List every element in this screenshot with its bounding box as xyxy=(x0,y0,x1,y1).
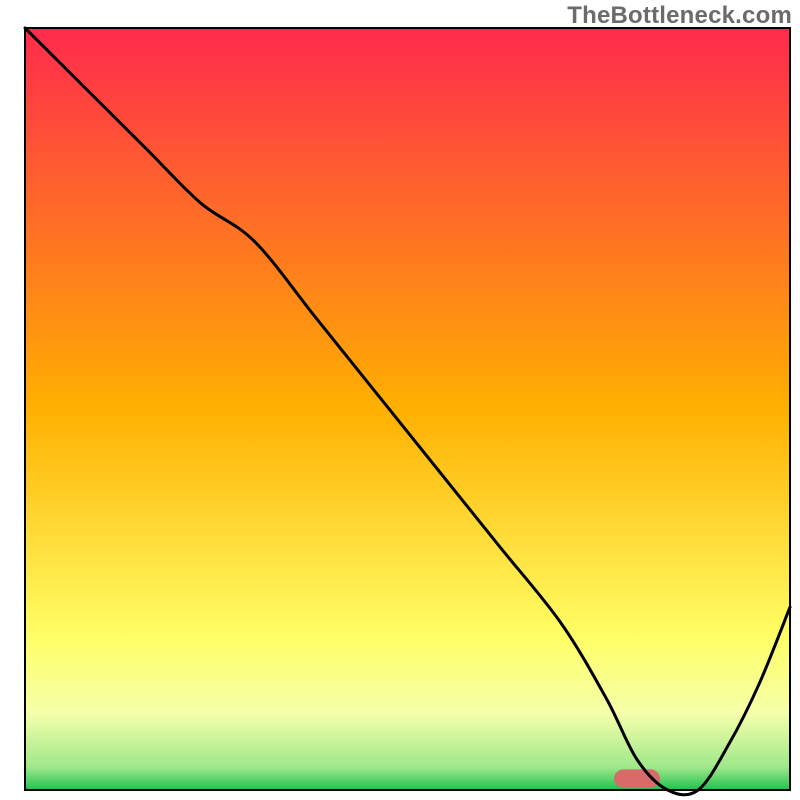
bottleneck-chart: TheBottleneck.com xyxy=(0,0,800,800)
watermark-text: TheBottleneck.com xyxy=(567,2,792,30)
chart-canvas xyxy=(0,0,800,800)
